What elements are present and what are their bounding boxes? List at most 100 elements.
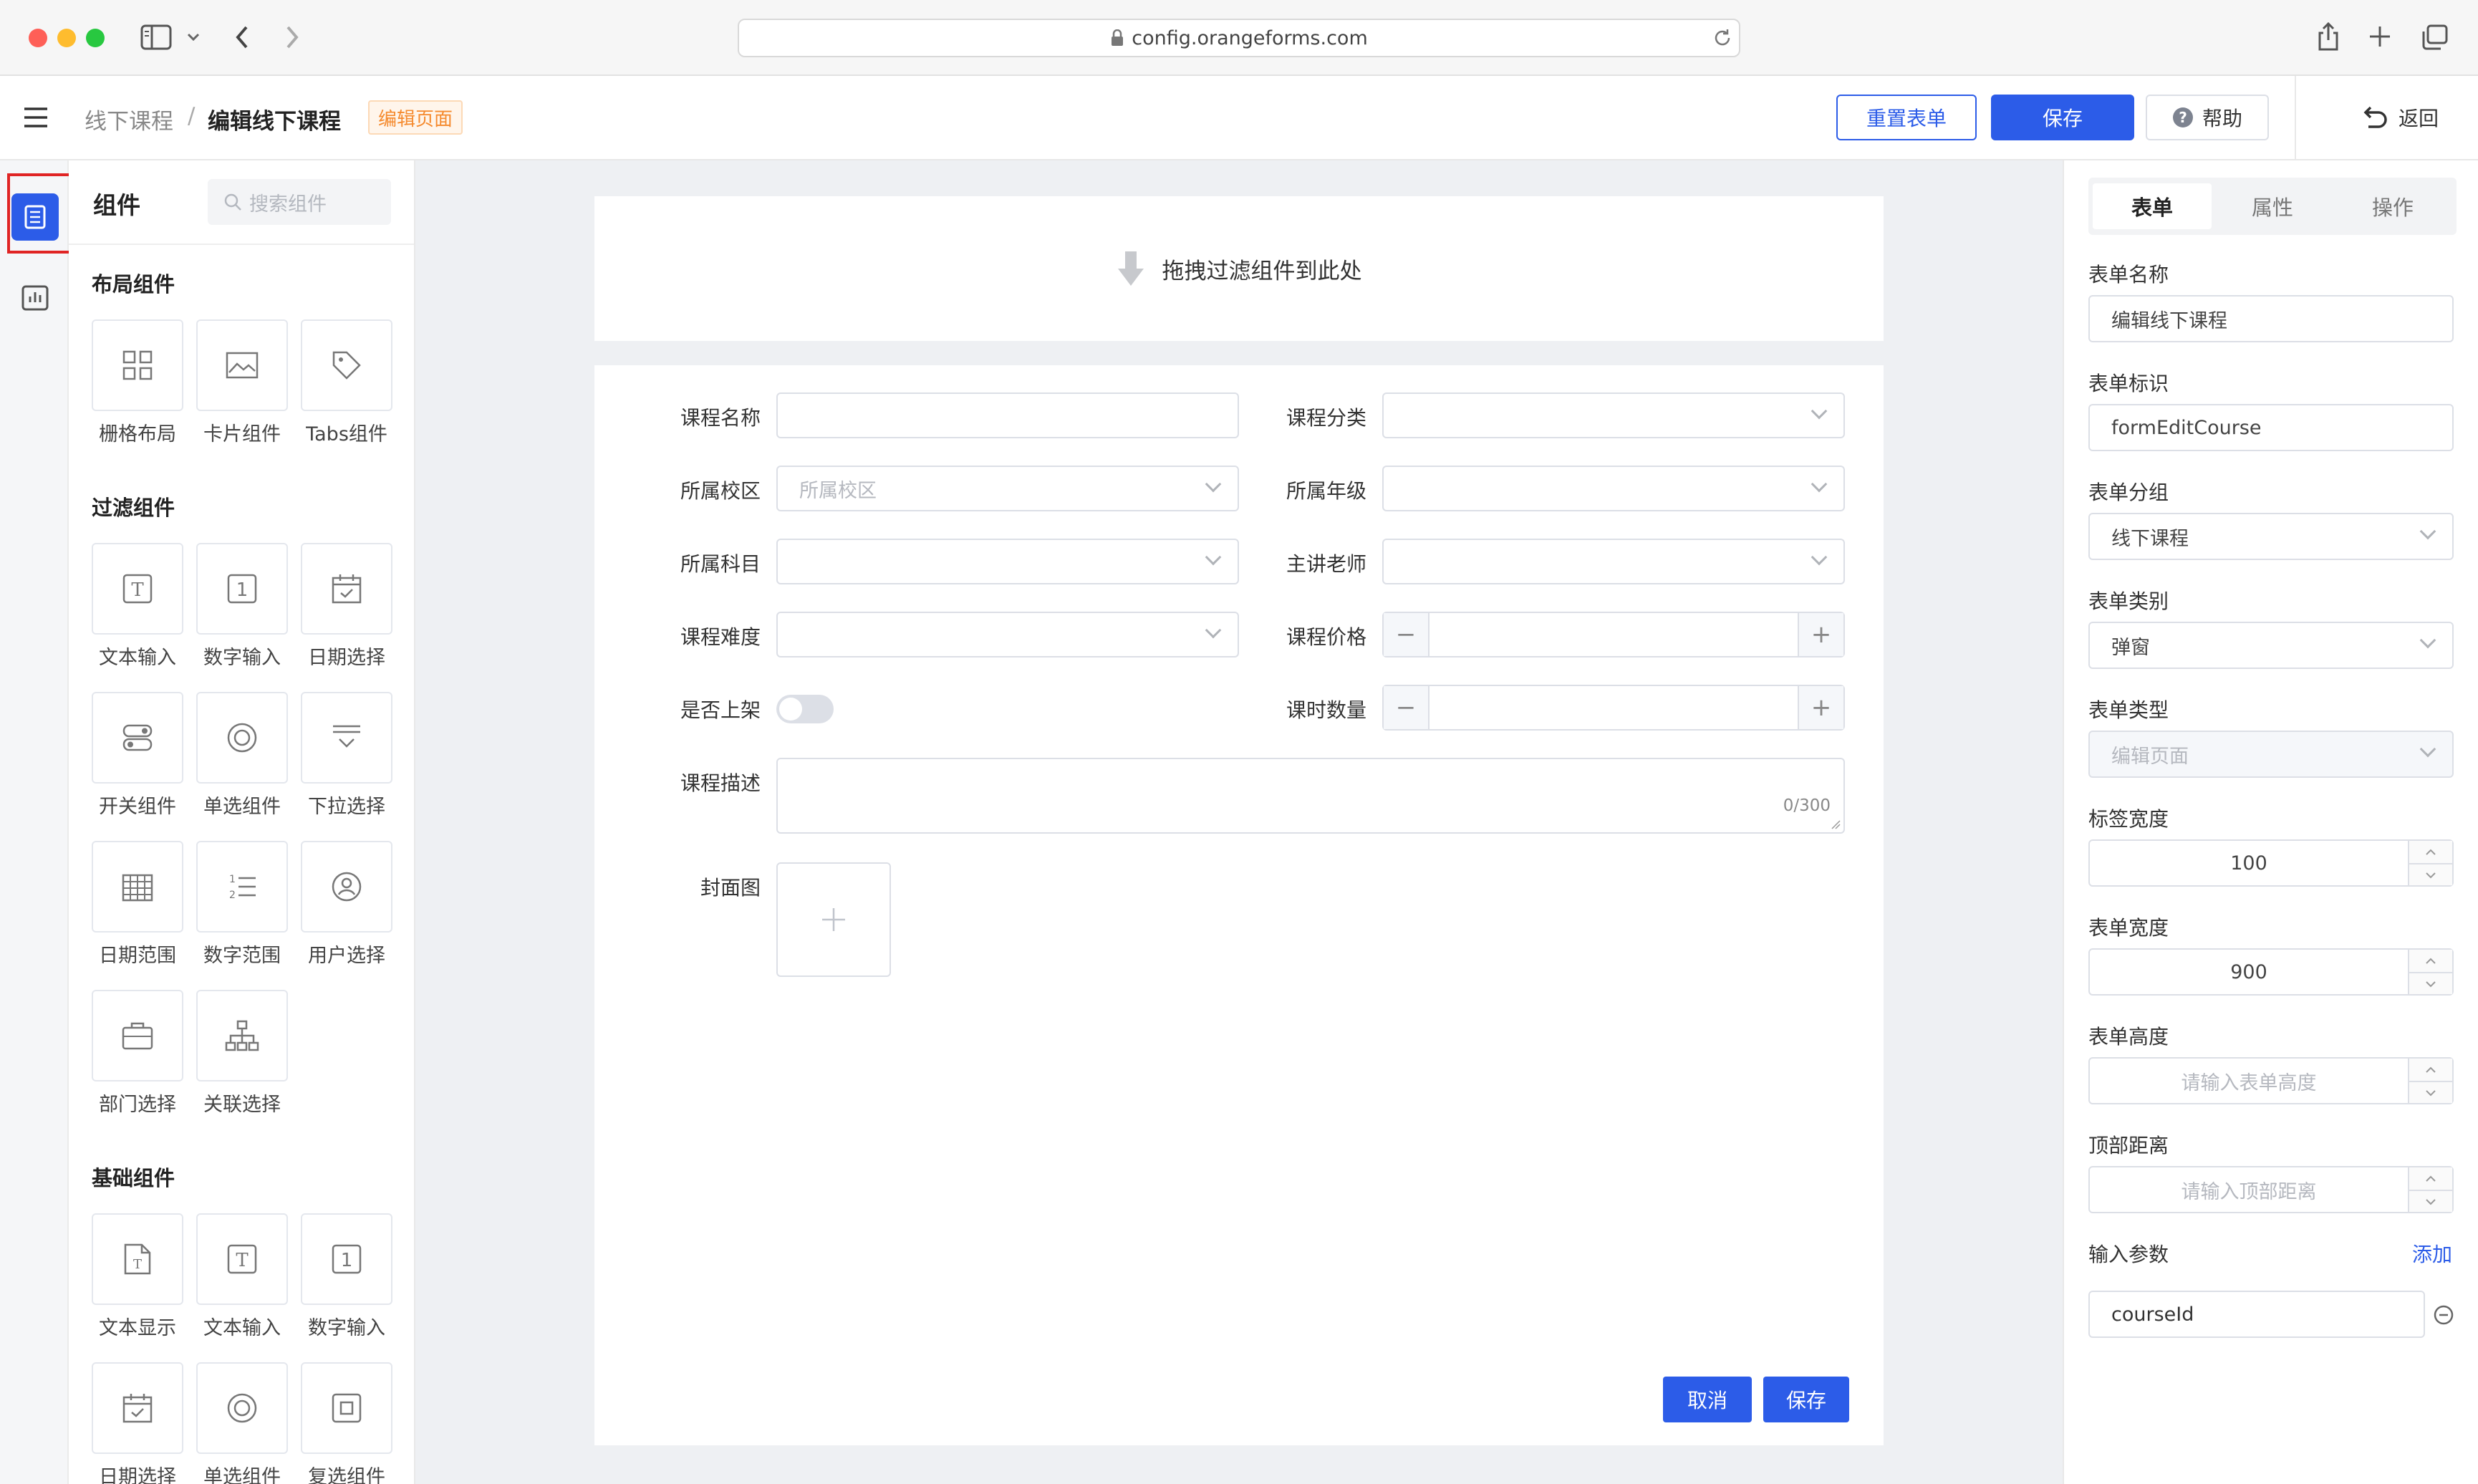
field-label: 主讲老师 <box>1286 552 1366 576</box>
spin-up-icon[interactable] <box>2409 841 2452 863</box>
checkbox-icon <box>331 1392 362 1424</box>
form-height-placeholder[interactable]: 请输入表单高度 <box>2090 1059 2408 1103</box>
param-input[interactable]: courseId <box>2088 1291 2425 1338</box>
difficulty-select[interactable] <box>776 612 1239 657</box>
header-save-button[interactable]: 保存 <box>1991 95 2134 140</box>
filter-drop-zone[interactable]: 拖拽过滤组件到此处 <box>594 196 1884 341</box>
subject-select[interactable] <box>776 539 1239 584</box>
cover-upload[interactable] <box>776 862 891 977</box>
label-width-value[interactable]: 100 <box>2090 841 2408 885</box>
top-distance-placeholder[interactable]: 请输入顶部距离 <box>2090 1167 2408 1212</box>
spin-up-icon[interactable] <box>2409 1059 2452 1081</box>
reset-form-button[interactable]: 重置表单 <box>1836 95 1977 140</box>
course-category-select[interactable] <box>1382 392 1845 438</box>
forward-nav-icon[interactable] <box>284 24 301 50</box>
spin-down-icon[interactable] <box>2409 863 2452 885</box>
spin-down-icon[interactable] <box>2409 1081 2452 1103</box>
campus-select[interactable]: 所属校区 <box>776 466 1239 511</box>
filter-date-range[interactable] <box>92 841 183 933</box>
form-width-stepper[interactable]: 900 <box>2088 948 2454 996</box>
basic-checkbox[interactable] <box>301 1362 392 1454</box>
component-tabs[interactable] <box>301 319 392 411</box>
course-name-input[interactable] <box>776 392 1239 438</box>
lock-icon <box>1110 29 1124 47</box>
top-distance-stepper[interactable]: 请输入顶部距离 <box>2088 1166 2454 1213</box>
form-save-button[interactable]: 保存 <box>1763 1377 1849 1422</box>
menu-icon[interactable] <box>23 106 49 129</box>
cancel-button[interactable]: 取消 <box>1663 1377 1752 1422</box>
calendar-check-icon <box>122 1392 153 1424</box>
form-category-label: 表单类别 <box>2088 589 2169 613</box>
filter-number-input[interactable]: 1 <box>196 543 288 635</box>
grade-select[interactable] <box>1382 466 1845 511</box>
tab-actions[interactable]: 操作 <box>2333 183 2452 229</box>
tab-overview-icon[interactable] <box>2421 24 2448 50</box>
close-window-button[interactable] <box>29 29 47 47</box>
form-width-value[interactable]: 900 <box>2090 950 2408 994</box>
remove-param-icon[interactable] <box>2434 1305 2454 1325</box>
chevron-down-icon[interactable] <box>186 32 201 43</box>
filter-radio[interactable] <box>196 692 288 784</box>
filter-relation-select[interactable] <box>196 990 288 1081</box>
spin-up-icon[interactable] <box>2409 950 2452 972</box>
help-button[interactable]: ? 帮助 <box>2146 95 2269 140</box>
basic-number-input[interactable]: 1 <box>301 1213 392 1305</box>
teacher-select[interactable] <box>1382 539 1845 584</box>
form-name-input[interactable]: 编辑线下课程 <box>2088 295 2454 342</box>
field-label: 课程难度 <box>680 625 761 649</box>
form-group-select[interactable]: 线下课程 <box>2088 513 2454 560</box>
hours-input[interactable] <box>1430 686 1798 729</box>
back-button[interactable]: 返回 <box>2335 95 2464 140</box>
add-param-link[interactable]: 添加 <box>2412 1239 2452 1268</box>
filter-dept-select[interactable] <box>92 990 183 1081</box>
address-bar[interactable]: config.orangeforms.com <box>738 19 1740 57</box>
form-height-stepper[interactable]: 请输入表单高度 <box>2088 1057 2454 1104</box>
increment-button[interactable]: + <box>1798 686 1843 729</box>
resize-handle-icon[interactable] <box>1831 819 1841 829</box>
on-shelf-switch[interactable] <box>776 695 834 723</box>
component-card[interactable] <box>196 319 288 411</box>
radio-icon <box>226 722 258 753</box>
component-grid-layout[interactable] <box>92 319 183 411</box>
back-nav-icon[interactable] <box>233 24 251 50</box>
component-label: 栅格布局 <box>99 423 176 445</box>
increment-button[interactable]: + <box>1798 613 1843 656</box>
description-textarea[interactable]: 0/300 <box>776 758 1845 834</box>
breadcrumb-parent[interactable]: 线下课程 <box>85 103 173 135</box>
filter-date-picker[interactable] <box>301 543 392 635</box>
label-width-stepper[interactable]: 100 <box>2088 839 2454 887</box>
tab-form[interactable]: 表单 <box>2093 183 2212 229</box>
share-icon[interactable] <box>2316 21 2340 52</box>
maximize-window-button[interactable] <box>86 29 105 47</box>
form-category-select[interactable]: 弹窗 <box>2088 622 2454 669</box>
filter-number-range[interactable]: 12 <box>196 841 288 933</box>
filter-switch[interactable] <box>92 692 183 784</box>
price-stepper[interactable]: − + <box>1382 612 1845 657</box>
new-tab-icon[interactable] <box>2368 24 2392 49</box>
hours-stepper[interactable]: − + <box>1382 685 1845 731</box>
filter-user-select[interactable] <box>301 841 392 933</box>
spin-down-icon[interactable] <box>2409 972 2452 994</box>
tab-attributes[interactable]: 属性 <box>2213 183 2332 229</box>
decrement-button[interactable]: − <box>1384 613 1430 656</box>
minimize-window-button[interactable] <box>57 29 76 47</box>
bar-chart-icon[interactable] <box>21 285 49 311</box>
filter-text-input[interactable]: T <box>92 543 183 635</box>
spin-down-icon[interactable] <box>2409 1190 2452 1212</box>
section-title-layout: 布局组件 <box>92 272 175 297</box>
spin-up-icon[interactable] <box>2409 1167 2452 1190</box>
sidebar-toggle-icon[interactable] <box>140 24 172 50</box>
decrement-button[interactable]: − <box>1384 686 1430 729</box>
form-type-select: 编辑页面 <box>2088 731 2454 778</box>
component-search-input[interactable]: 搜索组件 <box>208 179 391 225</box>
price-input[interactable] <box>1430 613 1798 656</box>
basic-radio[interactable] <box>196 1362 288 1454</box>
basic-text-display[interactable]: T <box>92 1213 183 1305</box>
basic-text-input[interactable]: T <box>196 1213 288 1305</box>
basic-date-picker[interactable] <box>92 1362 183 1454</box>
svg-text:T: T <box>131 579 144 601</box>
component-label: 复选组件 <box>308 1466 385 1484</box>
filter-select[interactable] <box>301 692 392 784</box>
form-id-input[interactable]: formEditCourse <box>2088 404 2454 451</box>
reload-icon[interactable] <box>1712 27 1733 49</box>
